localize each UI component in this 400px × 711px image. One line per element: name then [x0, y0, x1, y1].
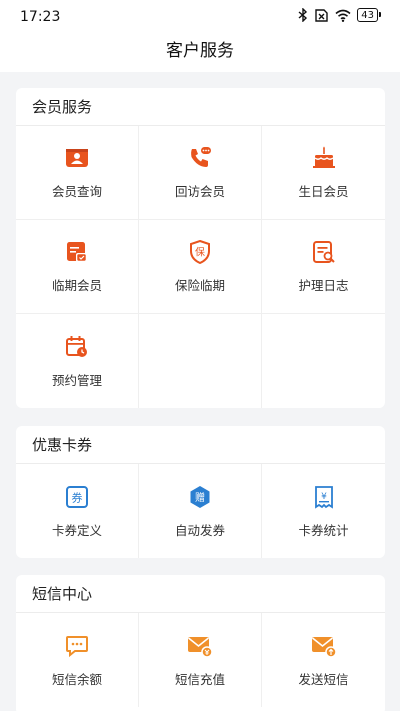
coupon-statistics-label: 卡券统计: [298, 522, 349, 538]
status-icons: 43: [298, 8, 381, 22]
coupon-statistics-button[interactable]: ¥ 卡券统计: [262, 464, 385, 558]
phone-chat-icon: [187, 145, 213, 171]
bluetooth-icon: [298, 8, 308, 22]
expiring-member-icon: [64, 239, 90, 265]
coupon-definition-label: 卡券定义: [51, 522, 102, 538]
section-title: 短信中心: [16, 575, 385, 613]
calendar-clock-icon: [64, 334, 90, 360]
care-log-icon: [311, 239, 337, 265]
no-sim-icon: [314, 8, 329, 22]
sms-recharge-button[interactable]: 短信充值: [139, 613, 262, 707]
birthday-member-button[interactable]: 生日会员: [262, 126, 385, 220]
section-title: 会员服务: [16, 88, 385, 126]
auto-issue-coupon-button[interactable]: 赠 自动发券: [139, 464, 262, 558]
coupons-card: 优惠卡券 券 卡券定义 赠 自动发券 ¥ 卡券统计: [16, 426, 385, 558]
send-sms-label: 发送短信: [298, 671, 349, 687]
svg-text:保: 保: [195, 246, 205, 259]
svg-text:赠: 赠: [195, 491, 205, 504]
gift-hexagon-icon: 赠: [187, 484, 213, 510]
sms-center-card: 短信中心 短信余额 短信充值 发送短信: [16, 575, 385, 711]
birthday-member-label: 生日会员: [298, 184, 349, 199]
section-title: 优惠卡券: [16, 426, 385, 464]
sms-balance-label: 短信余额: [51, 671, 102, 687]
wifi-icon: [335, 9, 351, 22]
empty-cell: [262, 314, 385, 408]
care-log-label: 护理日志: [298, 278, 349, 293]
insurance-expiring-button[interactable]: 保 保险临期: [139, 220, 262, 314]
title-bar: 客户服务: [0, 34, 400, 72]
member-services-card: 会员服务 会员查询 回访会员 生日会员 临期会员 保 保险临期 护理日志 预约管…: [16, 88, 385, 408]
revisit-member-label: 回访会员: [174, 184, 225, 199]
page-title: 客户服务: [166, 41, 234, 61]
envelope-send-icon: [311, 633, 337, 659]
chat-bubble-icon: [64, 633, 90, 659]
svg-text:券: 券: [72, 490, 83, 504]
insurance-shield-icon: 保: [187, 239, 213, 265]
receipt-icon: ¥: [311, 484, 337, 510]
cake-icon: [311, 145, 337, 171]
appointment-management-button[interactable]: 预约管理: [16, 314, 139, 408]
member-card-icon: [64, 145, 90, 171]
care-log-button[interactable]: 护理日志: [262, 220, 385, 314]
expiring-member-label: 临期会员: [51, 278, 102, 293]
status-time: 17:23: [20, 9, 61, 25]
revisit-member-button[interactable]: 回访会员: [139, 126, 262, 220]
send-sms-button[interactable]: 发送短信: [262, 613, 385, 707]
member-query-button[interactable]: 会员查询: [16, 126, 139, 220]
status-bar: 17:23 43: [0, 0, 400, 34]
sms-balance-button[interactable]: 短信余额: [16, 613, 139, 707]
auto-issue-coupon-label: 自动发券: [174, 522, 225, 538]
envelope-recharge-icon: [187, 633, 213, 659]
coupon-definition-button[interactable]: 券 卡券定义: [16, 464, 139, 558]
member-query-label: 会员查询: [51, 184, 102, 199]
svg-text:¥: ¥: [321, 492, 327, 502]
coupon-icon: 券: [64, 484, 90, 510]
empty-cell: [139, 314, 262, 408]
sms-recharge-label: 短信充值: [174, 671, 225, 687]
expiring-member-button[interactable]: 临期会员: [16, 220, 139, 314]
appointment-management-label: 预约管理: [51, 372, 102, 388]
insurance-expiring-label: 保险临期: [174, 278, 225, 293]
battery-icon: 43: [357, 8, 381, 22]
